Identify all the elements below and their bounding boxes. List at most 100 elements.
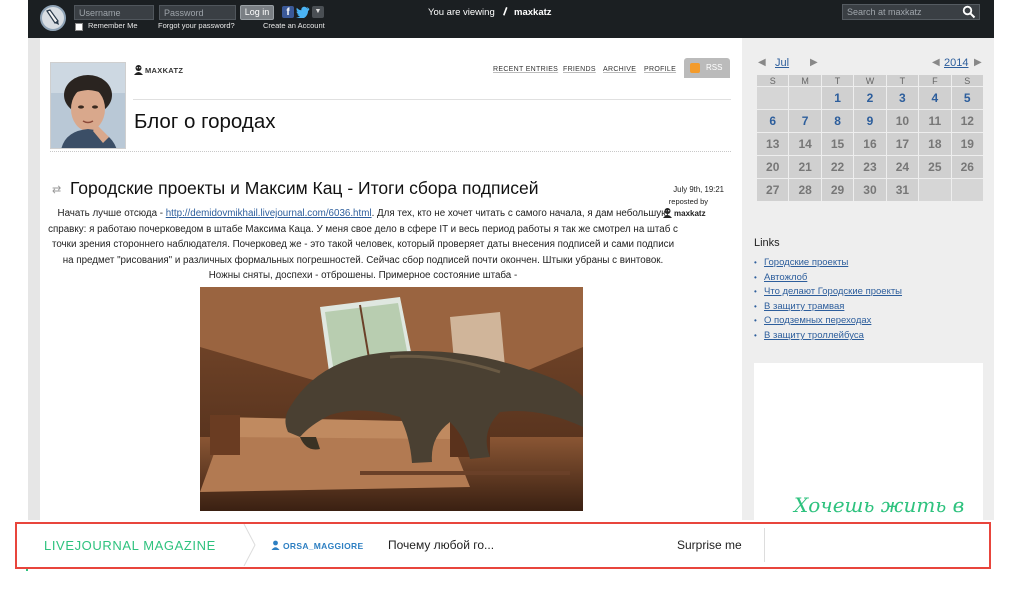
calendar-day[interactable]: 2: [853, 86, 887, 110]
calendar-month[interactable]: Jul: [775, 57, 789, 69]
sidebar-link[interactable]: • Автожлоб: [754, 271, 902, 286]
sidebar-link-label[interactable]: Городские проекты: [764, 257, 848, 268]
username-input[interactable]: Username: [74, 5, 154, 20]
sidebar-link-label[interactable]: Автожлоб: [764, 272, 807, 283]
bullet-icon: •: [754, 258, 757, 267]
calendar-week: 12345: [755, 86, 985, 110]
calendar-day[interactable]: 6: [755, 109, 790, 133]
sidebar-link-label[interactable]: О подземных переходах: [764, 315, 871, 326]
prev-month-icon[interactable]: ◀: [758, 57, 766, 68]
blog-title[interactable]: Блог о городах: [134, 110, 275, 134]
chevron-down-icon[interactable]: ▼: [312, 6, 324, 18]
password-input[interactable]: Password: [159, 5, 236, 20]
top-bar: Username Password Log in f ▼ Remember Me…: [28, 0, 994, 38]
livejournal-logo-icon[interactable]: [40, 5, 66, 31]
rss-button[interactable]: RSS: [684, 58, 730, 78]
left-margin-strip: [28, 38, 40, 520]
magazine-headline[interactable]: Почему любой го...: [388, 538, 494, 552]
calendar-day: 11: [918, 109, 952, 133]
calendar-weekday: T: [820, 74, 855, 87]
surprise-me-button[interactable]: Surprise me: [677, 538, 742, 552]
calendar-day: 18: [918, 132, 952, 156]
calendar-day[interactable]: 3: [885, 86, 920, 110]
calendar-nav: ◀ Jul ▶ ◀ 2014 ▶: [756, 57, 984, 71]
remember-me-checkbox[interactable]: [75, 23, 83, 31]
nav-archive[interactable]: ARCHIVE: [603, 66, 636, 73]
journal-username-text[interactable]: MAXKATZ: [145, 66, 183, 75]
login-button[interactable]: Log in: [240, 5, 274, 20]
entry-body: Начать лучше отсюда - http://demidovmikh…: [48, 206, 678, 284]
calendar-day: 15: [820, 132, 855, 156]
sidebar-link[interactable]: • В защиту троллейбуса: [754, 329, 902, 344]
calendar-weekday: T: [885, 74, 920, 87]
calendar-day[interactable]: 1: [820, 86, 855, 110]
magazine-author[interactable]: ORSA_MAGGIORE: [271, 540, 363, 551]
next-year-icon[interactable]: ▶: [974, 57, 982, 68]
calendar-day: 21: [788, 155, 822, 179]
user-head-icon: [134, 65, 143, 75]
next-month-icon[interactable]: ▶: [810, 57, 818, 68]
sidebar-link-label[interactable]: Что делают Городские проекты: [764, 286, 902, 297]
calendar-blank-cell: [950, 178, 985, 202]
sidebar-link[interactable]: • Городские проекты: [754, 256, 902, 271]
calendar-blank-cell: [755, 86, 790, 110]
rss-label: RSS: [706, 63, 723, 72]
calendar-day: 23: [853, 155, 887, 179]
user-pen-icon: [503, 7, 508, 16]
calendar-week: 13 14 15 16 17 18 19: [755, 132, 985, 156]
calendar-weekday: M: [788, 74, 822, 87]
nav-recent-entries[interactable]: RECENT ENTRIES: [493, 66, 558, 73]
prev-year-icon[interactable]: ◀: [932, 57, 940, 68]
forgot-password-link[interactable]: Forgot your password?: [158, 21, 235, 30]
calendar-day: 13: [755, 132, 790, 156]
entry-body-link[interactable]: http://demidovmikhail.livejournal.com/60…: [166, 208, 372, 219]
calendar-day[interactable]: 4: [918, 86, 952, 110]
calendar-day: 30: [853, 178, 887, 202]
header-separator: [50, 151, 731, 152]
calendar-week: 20 21 22 23 24 25 26: [755, 155, 985, 179]
calendar-day: 29: [820, 178, 855, 202]
calendar-day: 28: [788, 178, 822, 202]
chevron-separator-icon: [243, 524, 256, 566]
bullet-icon: •: [754, 301, 757, 311]
entry-date: July 9th, 19:21: [673, 185, 724, 194]
calendar-blank-cell: [918, 178, 952, 202]
calendar-day[interactable]: 9: [853, 109, 887, 133]
user-avatar[interactable]: [50, 62, 126, 149]
bullet-icon: •: [754, 287, 757, 297]
reposted-by-username[interactable]: maxkatz: [674, 209, 706, 218]
nav-friends[interactable]: FRIENDS: [563, 66, 596, 73]
calendar-weekday: W: [853, 74, 887, 87]
sidebar-link[interactable]: • В защиту трамвая: [754, 300, 902, 315]
calendar-week: 27 28 29 30 31: [755, 178, 985, 202]
sidebar-link-label[interactable]: В защиту трамвая: [764, 301, 844, 312]
sidebar-link-label[interactable]: В защиту троллейбуса: [764, 330, 864, 341]
entry-title[interactable]: Городские проекты и Максим Кац - Итоги с…: [70, 178, 539, 199]
calendar-day[interactable]: 8: [820, 109, 855, 133]
calendar-grid: SMTWTFS 1 2 3 4 5 6 7 8 9 10 11 12 13 14 15 16 17 18 19 20 2…: [755, 74, 985, 202]
calendar-day[interactable]: 7: [788, 109, 822, 133]
sidebar-link[interactable]: • Что делают Городские проекты: [754, 285, 902, 300]
search-input[interactable]: Search at maxkatz: [842, 4, 980, 20]
bullet-icon: •: [754, 330, 757, 340]
create-account-link[interactable]: Create an Account: [263, 21, 325, 30]
magazine-title[interactable]: LIVEJOURNAL MAGAZINE: [44, 538, 216, 553]
ad-banner[interactable]: Хочешь жить в: [754, 363, 983, 520]
calendar-day: 25: [918, 155, 952, 179]
calendar-day[interactable]: 5: [950, 86, 985, 110]
calendar-day: 31: [885, 178, 920, 202]
viewing-username[interactable]: maxkatz: [514, 7, 552, 18]
twitter-icon[interactable]: [296, 6, 310, 19]
sidebar-link[interactable]: • О подземных переходах: [754, 314, 902, 329]
journal-username[interactable]: MAXKATZ: [133, 64, 183, 75]
rss-icon: [690, 63, 700, 73]
bullet-icon: •: [754, 316, 757, 326]
calendar-day: 19: [950, 132, 985, 156]
magazine-bar: LIVEJOURNAL MAGAZINE ORSA_MAGGIORE Почем…: [15, 522, 991, 569]
nav-profile[interactable]: PROFILE: [644, 66, 676, 73]
magazine-author-name[interactable]: ORSA_MAGGIORE: [283, 541, 363, 551]
facebook-icon[interactable]: f: [282, 6, 294, 18]
search-icon[interactable]: [962, 5, 976, 19]
calendar-year[interactable]: 2014: [944, 57, 968, 69]
entry-image-dinosaur-bedroom[interactable]: [200, 287, 583, 511]
